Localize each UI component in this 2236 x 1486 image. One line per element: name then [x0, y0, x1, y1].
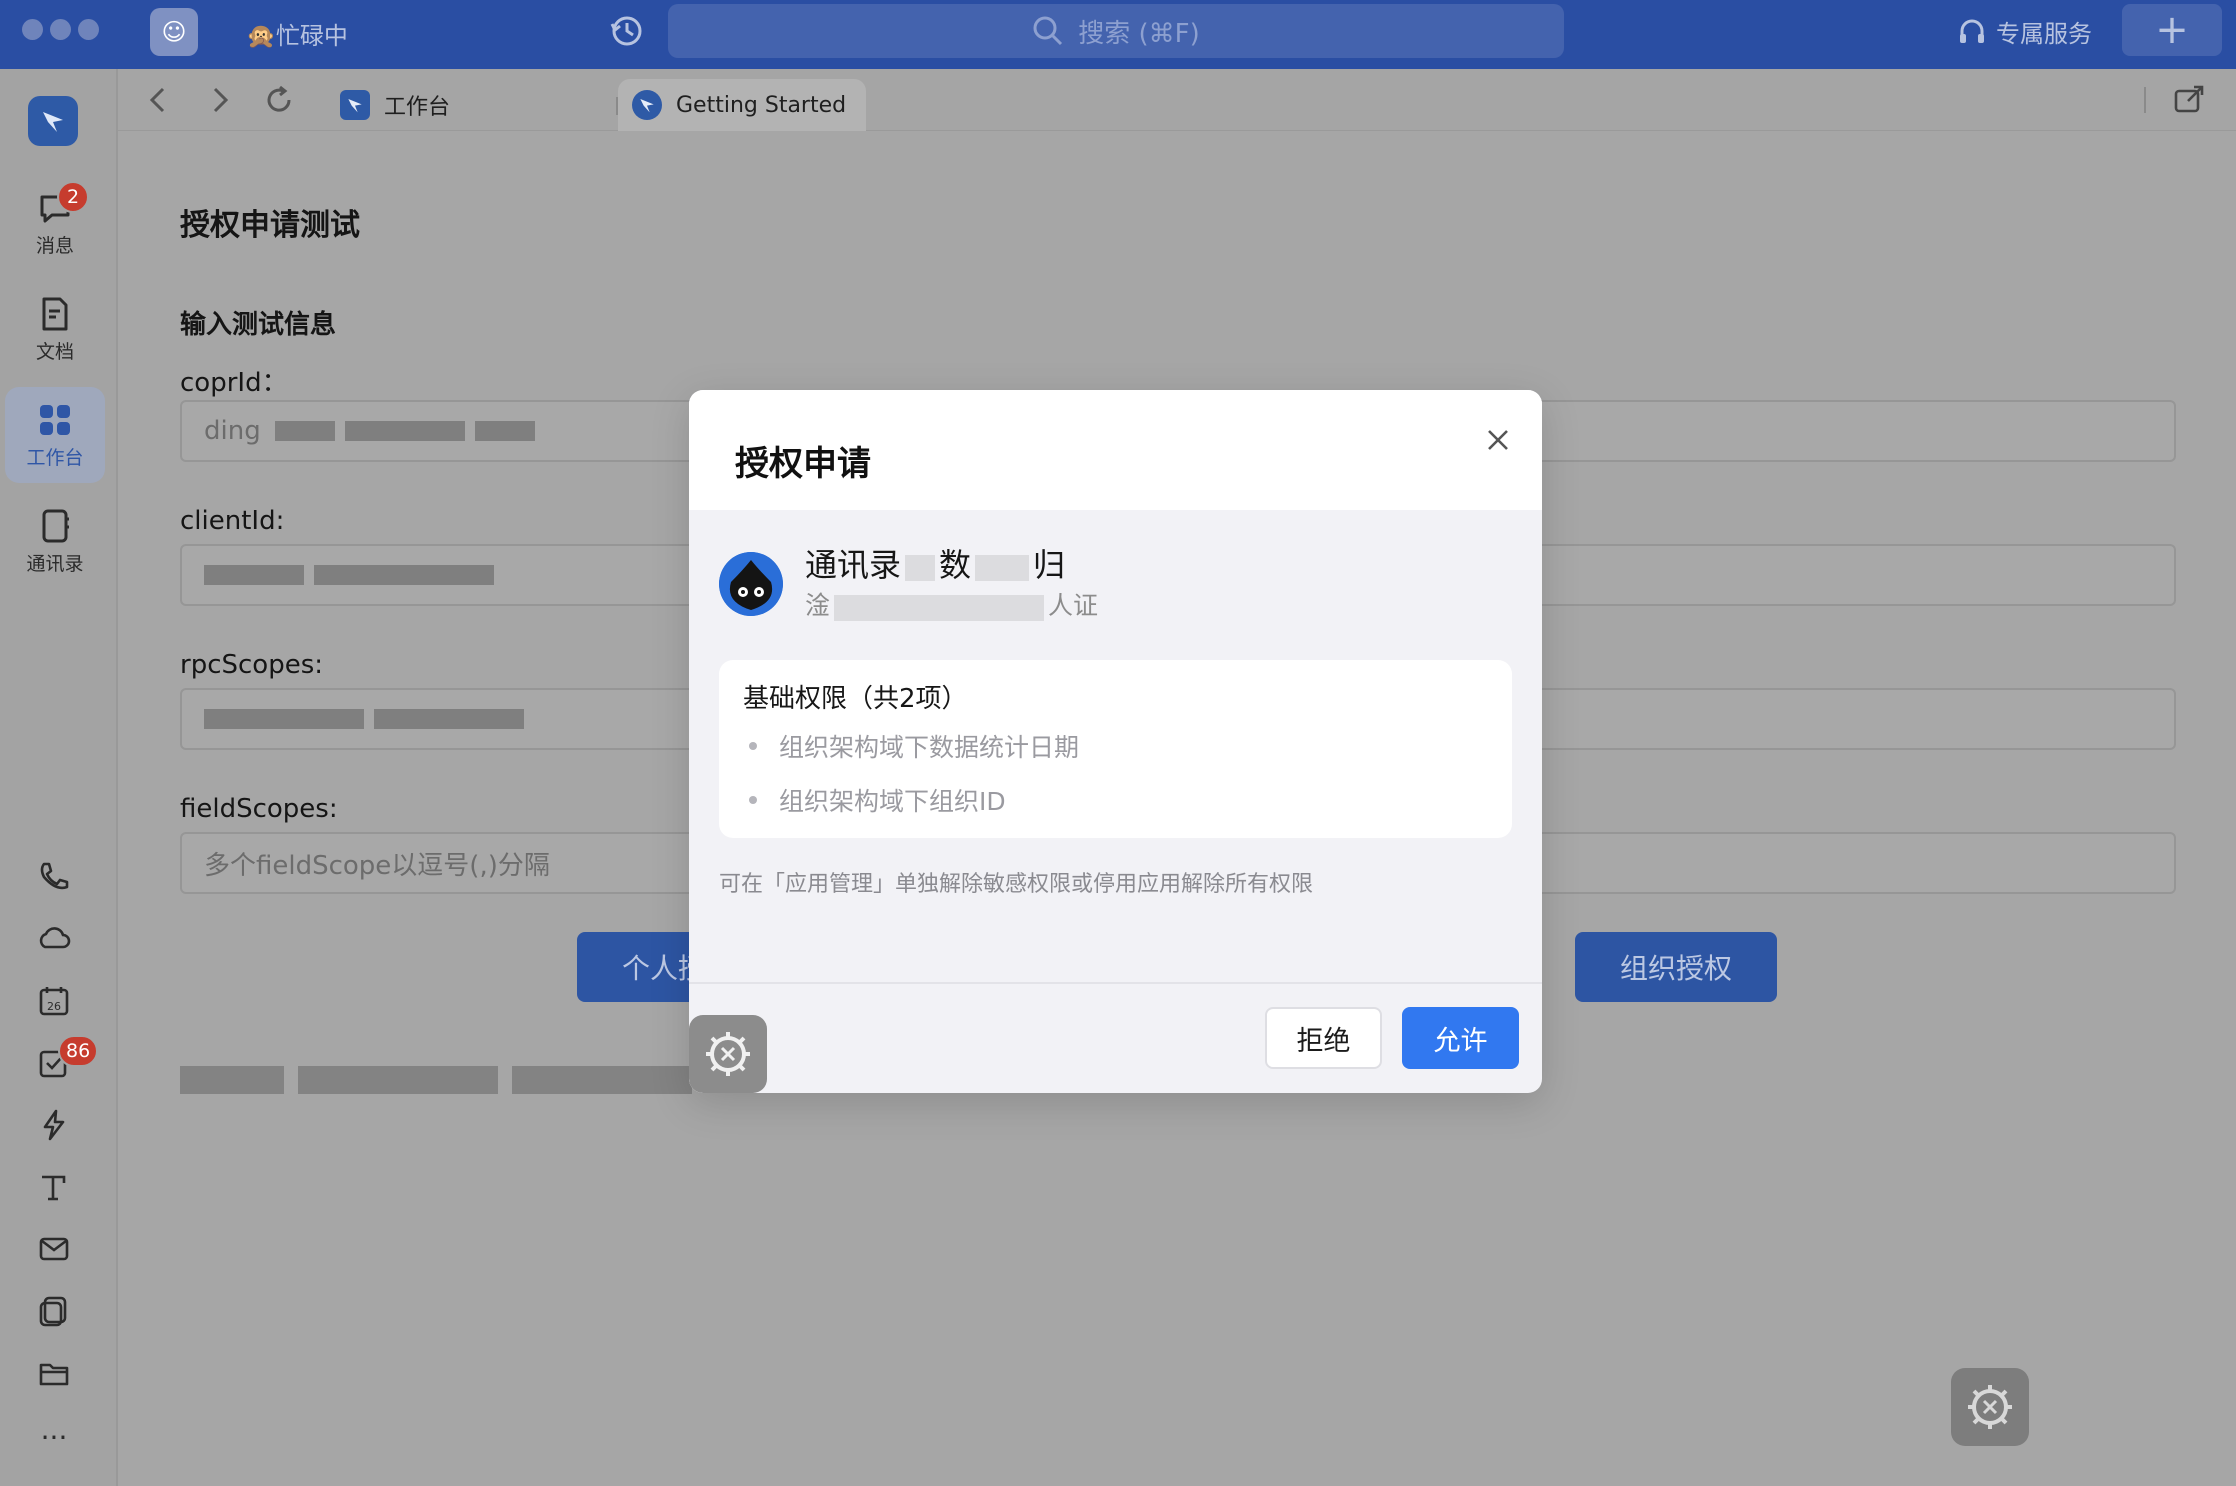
- dingtalk-wing-icon: [43, 112, 63, 132]
- allow-button[interactable]: 允许: [1402, 1007, 1519, 1069]
- contacts-book-icon: [42, 509, 69, 542]
- field-scopes-placeholder: 多个fieldScope以逗号(,)分隔: [204, 850, 550, 881]
- client-id-label: clientId:: [180, 506, 285, 536]
- redacted-block: [274, 421, 335, 441]
- back-icon[interactable]: [142, 83, 176, 117]
- calendar-day-text: 26: [47, 1000, 61, 1013]
- field-scopes-label: fieldScopes:: [180, 794, 338, 824]
- app-tab-icon: [632, 90, 662, 120]
- sidebar-item-docs[interactable]: 文档: [5, 281, 105, 377]
- history-icon[interactable]: [608, 12, 646, 50]
- dialog-header: 授权申请: [689, 390, 1542, 510]
- lightning-icon[interactable]: [36, 1107, 72, 1143]
- phone-icon[interactable]: [36, 859, 72, 895]
- sidebar-item-label: 工作台: [26, 446, 84, 469]
- app-description: 淦人证: [805, 591, 1099, 621]
- search-icon: [1033, 16, 1063, 46]
- floating-debug-button[interactable]: [1951, 1368, 2029, 1446]
- unread-badge: 2: [57, 181, 89, 213]
- dialog-debug-button[interactable]: [689, 1015, 767, 1093]
- corp-id-label: coprId：: [180, 368, 288, 398]
- app-name: 通讯录数归: [805, 546, 1066, 584]
- tab-workbench[interactable]: 工作台: [340, 79, 450, 131]
- grid-icon: [40, 404, 70, 435]
- refresh-icon[interactable]: [262, 83, 296, 117]
- redacted-block: [204, 709, 364, 729]
- org-auth-button[interactable]: 组织授权: [1575, 932, 1777, 1002]
- authorization-dialog: 授权申请 通讯录数归 淦人证 基础权限（共2项） 组织架构域下数据统计日期 组织…: [689, 390, 1542, 1093]
- mail-icon[interactable]: [36, 1231, 72, 1267]
- permission-card: 基础权限（共2项） 组织架构域下数据统计日期 组织架构域下组织ID: [719, 660, 1512, 838]
- app-mascot-icon: [719, 552, 783, 616]
- status-emoji-icon: 🙊: [246, 22, 276, 50]
- corp-id-value: ding: [204, 416, 261, 446]
- calendar-icon[interactable]: 26: [36, 983, 72, 1019]
- new-button[interactable]: +: [2122, 4, 2222, 56]
- cloud-drive-icon[interactable]: [36, 921, 72, 957]
- dialog-title: 授权申请: [735, 444, 871, 484]
- sidebar-item-label: 消息: [35, 234, 74, 257]
- permission-item: 组织架构域下数据统计日期: [743, 728, 1079, 764]
- tab-bar: 工作台 Getting Started: [118, 69, 2236, 131]
- redacted-block: [374, 709, 524, 729]
- footer-divider: [689, 982, 1542, 984]
- text-tool-icon[interactable]: [36, 1169, 72, 1205]
- gear-icon: [706, 1032, 750, 1076]
- tab-getting-started[interactable]: Getting Started: [618, 79, 867, 131]
- redacted-block: [204, 565, 304, 585]
- page-title: 授权申请测试: [180, 208, 360, 243]
- toolbar-divider: [2144, 87, 2146, 113]
- todo-badge: 86: [58, 1035, 99, 1067]
- plus-icon: +: [2155, 7, 2189, 53]
- dingtalk-logo[interactable]: [28, 96, 78, 146]
- dingtalk-tab-icon: [340, 90, 370, 120]
- reject-button[interactable]: 拒绝: [1265, 1007, 1382, 1069]
- rpc-scopes-label: rpcScopes:: [180, 650, 323, 680]
- sidebar-item-messages[interactable]: 消息 2: [5, 175, 105, 271]
- window-zoom-button[interactable]: [78, 19, 99, 40]
- permission-group-title: 基础权限（共2项）: [743, 684, 968, 714]
- redacted-block: [344, 421, 465, 441]
- redacted-block: [905, 554, 936, 581]
- bullet-icon: [749, 796, 757, 804]
- dedicated-service-button[interactable]: 专属服务: [1956, 14, 2092, 49]
- sidebar-item-workbench[interactable]: 工作台: [5, 387, 105, 483]
- sidebar-item-label: 文档: [35, 340, 74, 363]
- app-avatar: [719, 552, 783, 616]
- window-minimize-button[interactable]: [50, 19, 71, 40]
- sidebar-item-label: 通讯录: [26, 552, 84, 575]
- title-bar: ☺ 🙊忙碌中 搜索 (⌘F) 专属服务 +: [0, 0, 2236, 69]
- section-title: 输入测试信息: [180, 310, 337, 340]
- redacted-block: [834, 594, 1045, 621]
- permission-hint: 可在「应用管理」单独解除敏感权限或停用应用解除所有权限: [719, 872, 1314, 897]
- user-status[interactable]: 🙊忙碌中: [246, 16, 348, 51]
- redacted-block: [474, 421, 535, 441]
- sidebar: 消息 2 文档 工作台 通讯录 26 86 ···: [0, 69, 118, 1486]
- redacted-block: [314, 565, 494, 585]
- bullet-icon: [749, 742, 757, 750]
- sidebar-item-contacts[interactable]: 通讯录: [5, 493, 105, 589]
- forward-icon[interactable]: [202, 83, 236, 117]
- user-avatar[interactable]: ☺: [150, 8, 198, 56]
- result-text-redacted: [180, 1066, 706, 1094]
- folder-icon[interactable]: [36, 1355, 72, 1391]
- gear-icon: [1968, 1385, 2012, 1429]
- redacted-block: [975, 554, 1030, 581]
- close-icon[interactable]: [1481, 423, 1515, 457]
- notes-icon[interactable]: [36, 1293, 72, 1329]
- permission-item: 组织架构域下组织ID: [743, 782, 1006, 818]
- headset-icon: [1960, 19, 1984, 43]
- more-icon[interactable]: ···: [0, 1421, 108, 1454]
- global-search-input[interactable]: 搜索 (⌘F): [668, 4, 1564, 58]
- open-external-icon[interactable]: [2172, 83, 2206, 117]
- document-icon: [42, 297, 68, 330]
- window-close-button[interactable]: [22, 19, 43, 40]
